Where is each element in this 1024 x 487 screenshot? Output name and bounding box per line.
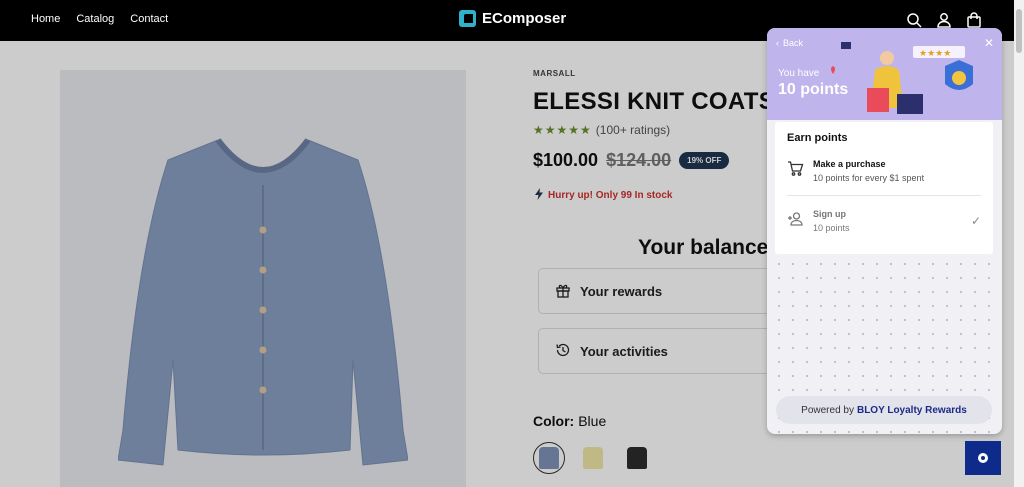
earn-item-title: Sign up [813,208,846,219]
product-image[interactable] [60,70,466,487]
your-rewards-card[interactable]: Your rewards [538,268,778,314]
launcher-icon [978,453,988,463]
scrollbar-thumb[interactable] [1016,9,1022,53]
swatch-blue[interactable] [533,442,565,474]
earn-item-title: Make a purchase [813,158,886,169]
chevron-left-icon: ‹ [776,38,779,48]
product-title: ELESSI KNIT COATS [533,88,776,115]
history-icon [555,342,571,361]
search-icon[interactable] [906,12,922,28]
swatch-blue-fill [539,447,559,469]
nav-catalog[interactable]: Catalog [76,13,114,25]
earn-item-subtitle: 10 points for every $1 spent [813,172,925,183]
compare-price: $124.00 [606,150,672,170]
nav-contact[interactable]: Contact [130,13,168,25]
color-swatches [533,442,653,474]
stock-text: Hurry up! Only 99 In stock [548,190,673,201]
discount-badge: 19% OFF [679,152,730,169]
color-value: Blue [578,413,607,429]
price-block: $100.00 $124.00 19% OFF [533,150,730,171]
earn-item-purchase[interactable]: Make a purchase 10 points for every $1 s… [787,153,981,188]
back-label: Back [783,38,804,48]
logo-icon [459,10,476,27]
product-rating[interactable]: ★★★★★ (100+ ratings) [533,123,670,137]
swatch-yellow-fill [583,447,603,469]
powered-by[interactable]: Powered by BLOY Loyalty Rewards [776,396,992,424]
color-label: Color: Blue [533,413,606,429]
divider [787,195,981,196]
cardigan-image [118,138,408,466]
color-label-text: Color: [533,413,575,429]
stock-notice: Hurry up! Only 99 In stock [534,188,672,203]
product-brand[interactable]: MARSALL [533,69,576,78]
site-logo[interactable]: EComposer [459,10,566,27]
close-icon[interactable]: ✕ [984,36,994,50]
powered-brand: BLOY Loyalty Rewards [856,404,967,416]
your-activities-card[interactable]: Your activities [538,328,778,374]
checkmark-icon: ✓ [970,213,981,228]
balance-title: Your balance [638,236,769,259]
loyalty-launcher-button[interactable] [965,441,1001,475]
you-have-label: You have [778,68,820,79]
rating-stars: ★★★★★ [533,123,592,137]
gift-icon [555,282,571,301]
swatch-yellow[interactable] [577,442,609,474]
page-scrollbar[interactable] [1014,0,1024,487]
your-activities-label: Your activities [580,343,668,359]
main-nav: Home Catalog Contact [31,13,168,25]
svg-text:★★★★: ★★★★ [919,49,951,59]
points-balance: 10 points [778,81,849,98]
earn-item-signup[interactable]: Sign up 10 points ✓ [787,203,981,238]
loyalty-panel: ★★★★ ‹ Back ✕ You have 10 points Earn po… [767,28,1002,434]
your-rewards-label: Your rewards [580,283,663,299]
nav-home[interactable]: Home [31,13,60,25]
lightning-icon [534,188,544,203]
cart-icon [787,160,804,182]
back-button[interactable]: ‹ Back [776,38,803,48]
earn-item-subtitle: 10 points [813,222,850,233]
account-icon[interactable] [936,12,952,28]
logo-text: EComposer [482,10,567,27]
powered-prefix: Powered by [801,404,854,416]
add-user-icon [787,210,804,232]
earn-points-title: Earn points [787,132,848,144]
ratings-count: (100+ ratings) [595,123,671,137]
swatch-black-fill [627,447,647,469]
swatch-black[interactable] [621,442,653,474]
shopping-illustration: ★★★★ [831,42,973,114]
earn-points-card: Earn points Make a purchase 10 points fo… [775,122,993,254]
current-price: $100.00 [533,150,599,170]
loyalty-banner: ★★★★ ‹ Back ✕ You have 10 points [767,28,1002,120]
cart-icon[interactable] [966,12,982,28]
